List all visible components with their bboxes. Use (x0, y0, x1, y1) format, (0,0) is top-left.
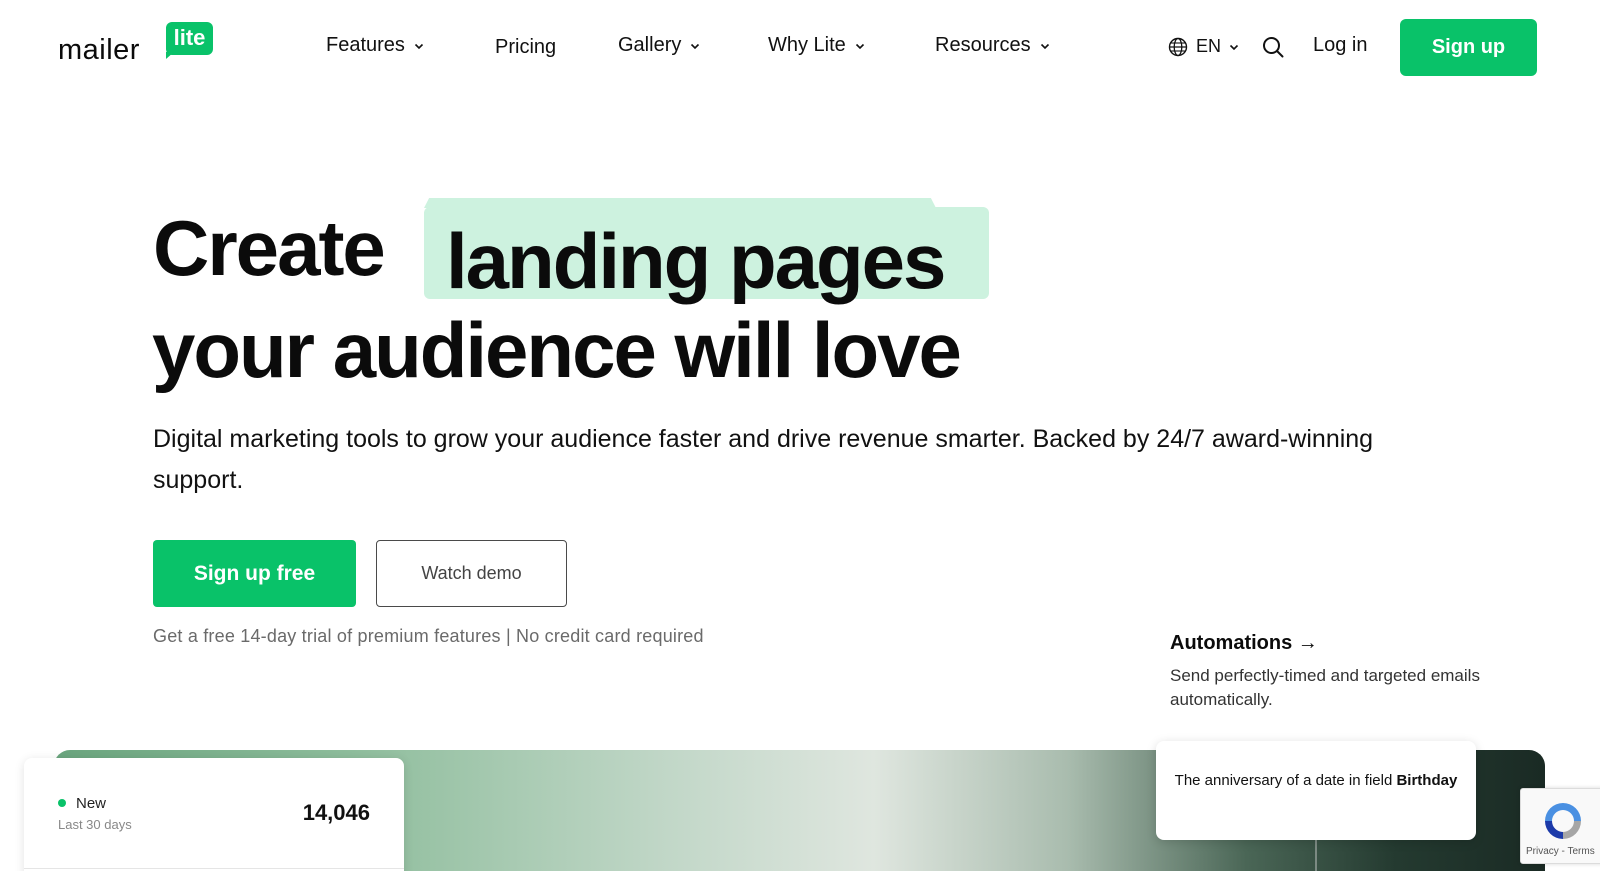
nav-features[interactable]: Features (326, 34, 424, 57)
nav-resources[interactable]: Resources (935, 34, 1050, 57)
headline-word-create: Create (153, 204, 386, 292)
globe-icon (1168, 37, 1188, 56)
nav-features-label: Features (326, 34, 405, 56)
language-selector[interactable]: EN (1168, 36, 1239, 57)
trigger-text: The anniversary of a date in field (1174, 772, 1393, 789)
recaptcha-icon (1545, 803, 1581, 839)
search-icon[interactable] (1262, 36, 1284, 58)
nav-resources-label: Resources (935, 34, 1031, 56)
hero-subtitle: Digital marketing tools to grow your aud… (153, 425, 1374, 494)
stat-value: 14,046 (302, 800, 370, 825)
automations-description: Send perfectly-timed and targeted emails… (1170, 666, 1480, 709)
card-divider (24, 868, 404, 869)
automation-trigger-card: The anniversary of a date in field Birth… (1156, 741, 1476, 840)
chevron-down-icon (855, 43, 864, 49)
chevron-down-icon (1040, 43, 1049, 49)
chevron-down-icon (414, 43, 424, 49)
nav-pricing[interactable]: Pricing (495, 36, 556, 59)
watch-demo-button[interactable]: Watch demo (376, 540, 567, 607)
headline-line-2: your audience will love (152, 306, 962, 394)
nav-why-lite[interactable]: Why Lite (768, 34, 865, 57)
logo-badge-tail (166, 52, 174, 59)
nav-gallery[interactable]: Gallery (618, 34, 700, 57)
login-link[interactable]: Log in (1313, 34, 1368, 57)
automations-title: Automations (1170, 632, 1293, 654)
nav-why-lite-label: Why Lite (768, 34, 846, 56)
chevron-down-icon (1229, 44, 1239, 50)
trial-note: Get a free 14-day trial of premium featu… (153, 626, 704, 646)
chevron-down-icon (691, 43, 700, 49)
logo-badge: lite (166, 22, 213, 55)
recaptcha-badge[interactable]: Privacy - Terms (1520, 788, 1600, 864)
arrow-right-icon: → (1297, 632, 1318, 654)
recaptcha-links[interactable]: Privacy - Terms (1526, 846, 1595, 857)
stat-label: New (76, 795, 107, 812)
language-code: EN (1196, 36, 1222, 56)
trigger-field: Birthday (1396, 772, 1458, 789)
signup-free-button[interactable]: Sign up free (153, 540, 356, 607)
logo-wordmark: mailer (58, 34, 140, 66)
nav-pricing-label: Pricing (495, 36, 557, 58)
status-dot (58, 799, 66, 807)
automations-link[interactable]: Automations → (1170, 632, 1318, 655)
stat-period: Last 30 days (58, 817, 132, 832)
headline-highlighted-text: landing pages (446, 217, 946, 305)
nav-gallery-label: Gallery (618, 34, 682, 56)
signup-button[interactable]: Sign up (1400, 19, 1537, 76)
mailerlite-logo[interactable]: mailer lite (58, 20, 218, 68)
subscribers-stat-card: New Last 30 days 14,046 (24, 758, 404, 871)
workflow-connector-line (1315, 835, 1317, 871)
